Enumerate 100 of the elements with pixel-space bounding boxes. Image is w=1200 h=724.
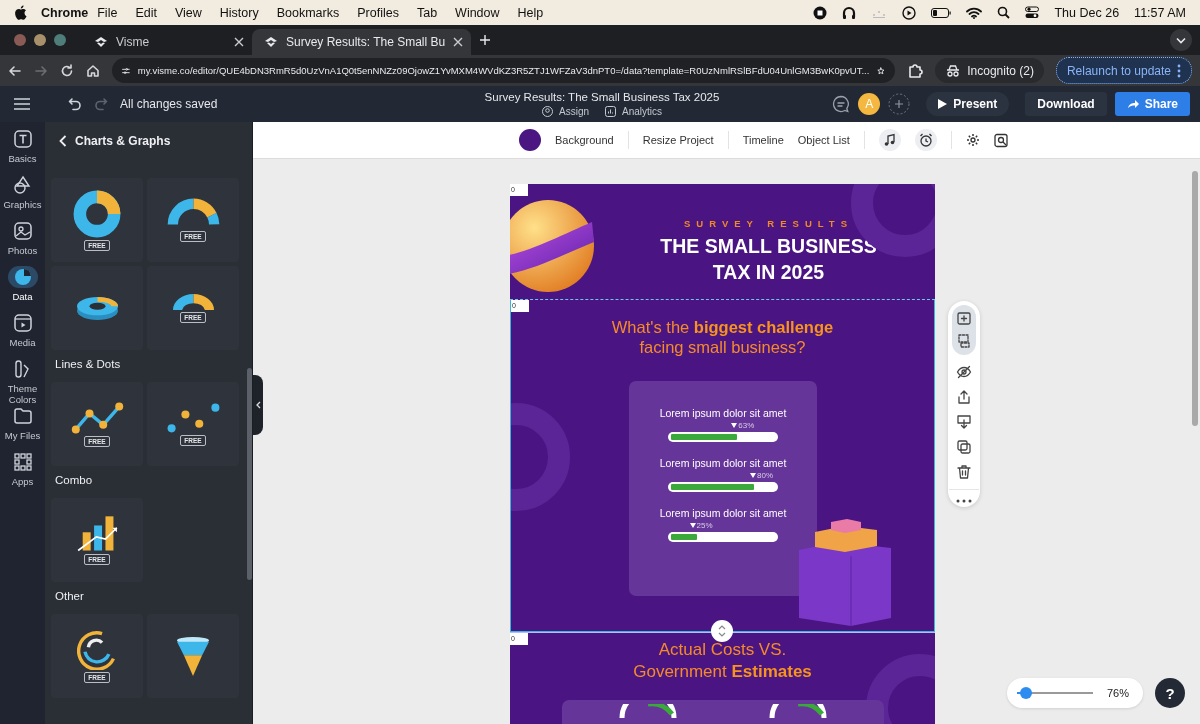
apple-logo-icon[interactable]: [14, 5, 27, 20]
back-chevron-icon[interactable]: [59, 135, 67, 147]
collapse-panel-handle[interactable]: [253, 375, 263, 435]
share-button[interactable]: Share: [1114, 92, 1190, 116]
folder-icon: [12, 406, 33, 426]
sidebar-tab[interactable]: Basics: [0, 128, 45, 174]
menu-item[interactable]: File: [88, 5, 127, 20]
toolbar-item[interactable]: Object List: [797, 134, 850, 146]
close-icon[interactable]: [453, 37, 464, 47]
bar-label: Lorem ipsum dolor sit amet: [659, 457, 787, 470]
share-upload-icon[interactable]: [956, 389, 972, 405]
extensions-puzzle-icon[interactable]: [907, 62, 924, 79]
search-frame-icon[interactable]: [993, 132, 1009, 148]
resize-handle[interactable]: [711, 620, 733, 642]
assign-link[interactable]: Assign: [542, 106, 589, 117]
photo-icon: [12, 221, 33, 241]
window-control-icon[interactable]: [14, 34, 26, 46]
add-collaborator-icon[interactable]: [888, 93, 911, 115]
sidebar-tab[interactable]: Graphics: [0, 174, 45, 220]
section-heading: Actual Costs VS. Government Estimates: [632, 639, 813, 683]
menu-item[interactable]: Tab: [407, 5, 447, 20]
section-heading: Other: [54, 590, 85, 604]
download-button[interactable]: Download: [1025, 92, 1107, 116]
more-options-icon[interactable]: [956, 499, 972, 503]
add-page-icon[interactable]: [956, 311, 972, 327]
menu-item[interactable]: Help: [508, 5, 553, 20]
chart-template-card[interactable]: [51, 266, 143, 350]
browser-tab[interactable]: Visme: [82, 29, 252, 55]
stop-icon[interactable]: [813, 5, 828, 20]
url-text: my.visme.co/editor/QUE4bDN3RmR5d0UzVnA1Q0t5enNNZz09OjowZ1YvMXM4WVdKZ3R5ZTJ1WFZaV3dnPT0=/data?template=R0UzNmlRSlBFdU04UnlGM3BwK0pvUT...: [137, 64, 870, 77]
menu-item[interactable]: Window: [446, 5, 509, 20]
incognito-button[interactable]: Incognito (2): [935, 58, 1044, 83]
menu-item[interactable]: Bookmarks: [267, 5, 349, 20]
undo-icon[interactable]: [68, 97, 82, 111]
pie-chart-icon: [12, 267, 33, 287]
kebab-menu-icon[interactable]: [1177, 63, 1181, 78]
document-title[interactable]: Survey Results: The Small Business Tax 2025: [484, 91, 720, 103]
play-icon[interactable]: [902, 5, 917, 20]
app-menu[interactable]: Chrome: [27, 5, 89, 20]
analytics-link[interactable]: Analytics: [605, 106, 662, 117]
sidebar-tab[interactable]: Media: [0, 312, 45, 358]
browser-tab[interactable]: Survey Results: The Small Bu: [252, 29, 472, 55]
sidebar-tab[interactable]: Data: [0, 266, 45, 312]
hamburger-menu-icon[interactable]: [14, 98, 30, 110]
back-arrow-icon[interactable]: [8, 63, 22, 78]
toolbar-item[interactable]: Timeline: [742, 134, 784, 146]
background-color-swatch[interactable]: [519, 129, 541, 151]
reload-icon[interactable]: [60, 63, 74, 78]
menu-item[interactable]: Profiles: [348, 5, 408, 20]
zoom-slider-thumb[interactable]: [1020, 687, 1033, 699]
trash-icon[interactable]: [956, 464, 972, 480]
close-icon[interactable]: [234, 37, 244, 47]
sidebar-tab[interactable]: Photos: [0, 220, 45, 266]
hide-eye-icon[interactable]: [956, 364, 972, 380]
chart-template-card[interactable]: [147, 614, 239, 698]
save-status: All changes saved: [120, 97, 218, 111]
toolbar-item[interactable]: Resize Project: [642, 134, 714, 146]
help-button[interactable]: ?: [1155, 678, 1185, 708]
sidebar-tab[interactable]: Theme Colors: [0, 358, 45, 405]
comment-icon[interactable]: [832, 95, 851, 113]
new-tab-icon[interactable]: [479, 34, 492, 46]
window-control-icon[interactable]: [54, 34, 66, 46]
music-note-plus-icon: [882, 133, 897, 147]
address-bar[interactable]: my.visme.co/editor/QUE4bDN3RmR5d0UzVnA1Q0t5enNNZz09OjowZ1YvMXM4WVdKZ3R5ZTJ1WFZaV3dnPT0=/data?template=R0UzNmlRSlBFdU04UnlGM3BwK0pvUT...: [112, 58, 896, 83]
alarm-clock-icon: [918, 133, 933, 147]
window-control-icon[interactable]: [34, 34, 46, 46]
relaunch-label: Relaunch to update: [1066, 63, 1171, 78]
donut-chart-drawing: [73, 189, 121, 238]
tab-title: Survey Results: The Small Bu: [286, 35, 446, 49]
menu-bar-clock: 11:57 AM: [1134, 5, 1186, 20]
music-button[interactable]: [878, 129, 901, 151]
menu-item[interactable]: History: [210, 5, 268, 20]
copy-icon[interactable]: [956, 439, 972, 455]
shapes-icon: [12, 175, 33, 195]
canvas-scrollbar[interactable]: [1192, 171, 1198, 426]
settings-gear-icon[interactable]: [965, 133, 980, 147]
control-center-icon[interactable]: [1025, 6, 1040, 19]
sidebar-tab[interactable]: My Files: [0, 405, 45, 451]
radial-chart-drawing: [76, 629, 118, 670]
combo-chart-drawing: [76, 515, 118, 552]
toolbar-item[interactable]: Background: [555, 134, 614, 146]
tab-search-chevron-icon[interactable]: [1170, 29, 1192, 51]
incognito-label: Incognito (2): [967, 63, 1034, 78]
menu-item[interactable]: View: [165, 5, 211, 20]
wifi-icon[interactable]: [966, 6, 983, 19]
sidebar-tab[interactable]: Apps: [0, 451, 45, 497]
headphones-icon[interactable]: [842, 5, 857, 20]
menu-item[interactable]: Edit: [126, 5, 166, 20]
search-icon[interactable]: [997, 6, 1011, 19]
download-tray-icon[interactable]: [956, 414, 972, 430]
panel-scrollbar[interactable]: [247, 368, 252, 580]
present-button[interactable]: Present: [926, 92, 1010, 116]
video-icon: [12, 313, 33, 333]
bar-label: Lorem ipsum dolor sit amet: [659, 407, 787, 420]
home-icon[interactable]: [86, 63, 100, 78]
relaunch-button[interactable]: Relaunch to update: [1055, 57, 1192, 84]
timer-button[interactable]: [914, 129, 937, 151]
duplicate-page-icon[interactable]: [956, 333, 972, 349]
scatter-chart-drawing: [166, 402, 220, 433]
battery-icon[interactable]: [931, 7, 952, 18]
